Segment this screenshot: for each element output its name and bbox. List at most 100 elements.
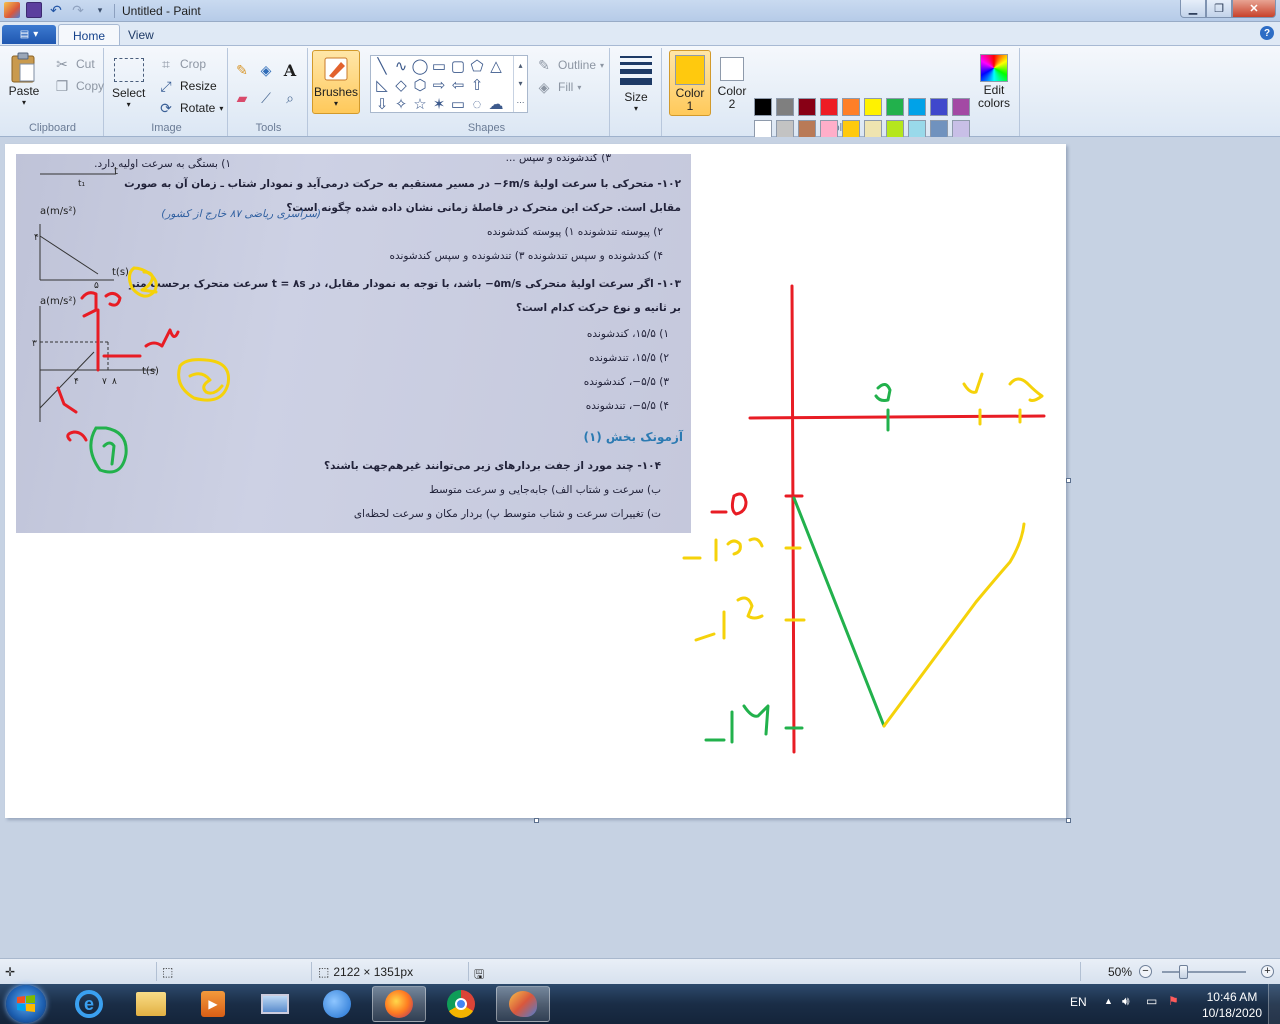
curve-shape-icon[interactable]: ∿ [392, 57, 410, 75]
maximize-icon[interactable]: ❐ [1206, 0, 1232, 18]
save-icon[interactable] [26, 2, 42, 18]
minimize-icon[interactable]: ▁ [1180, 0, 1206, 18]
color-swatch[interactable] [776, 98, 794, 116]
paint-icon[interactable] [496, 986, 550, 1022]
four-point-star-shape-icon[interactable]: ✧ [392, 95, 410, 113]
browser-icon[interactable] [310, 986, 364, 1022]
color-swatch[interactable] [798, 120, 816, 138]
six-point-star-shape-icon[interactable]: ✶ [430, 95, 448, 113]
select-button[interactable]: Select ▾ [112, 54, 145, 109]
help-icon[interactable]: ? [1260, 26, 1274, 40]
color-swatch[interactable] [842, 98, 860, 116]
color-swatch[interactable] [776, 120, 794, 138]
tab-view[interactable]: View [114, 24, 168, 46]
chrome-icon[interactable] [434, 986, 488, 1022]
color-swatch[interactable] [952, 98, 970, 116]
color-swatch[interactable] [930, 120, 948, 138]
up-arrow-shape-icon[interactable]: ⇧ [468, 76, 486, 94]
close-icon[interactable]: ✕ [1232, 0, 1276, 18]
color-swatch[interactable] [842, 120, 860, 138]
tab-home[interactable]: Home [58, 24, 121, 46]
volume-icon[interactable]: 🔊︎ [1122, 994, 1130, 1009]
callout-oval-shape-icon[interactable]: ◌ [468, 95, 486, 113]
color-swatch[interactable] [754, 120, 772, 138]
text-icon[interactable]: A [280, 60, 300, 80]
color-swatch[interactable] [798, 98, 816, 116]
color-swatch[interactable] [886, 98, 904, 116]
five-point-star-shape-icon[interactable]: ☆ [411, 95, 429, 113]
paste-button[interactable]: Paste ▾ [8, 52, 40, 107]
size-label[interactable]: Size [612, 90, 660, 104]
copy-button[interactable]: ❐ Copy [52, 76, 104, 96]
polygon-shape-icon[interactable]: ⬠ [468, 57, 486, 75]
resize-handle-corner[interactable] [1066, 818, 1071, 823]
color-swatch[interactable] [864, 98, 882, 116]
redo-icon[interactable]: ↷ [70, 2, 86, 18]
color-swatch[interactable] [864, 120, 882, 138]
zoom-in-button[interactable]: + [1261, 965, 1274, 978]
zoom-out-button[interactable]: − [1139, 965, 1152, 978]
zoom-slider[interactable] [1162, 971, 1246, 973]
color-swatch[interactable] [820, 98, 838, 116]
file-explorer-icon[interactable] [124, 986, 178, 1022]
show-desktop-button[interactable] [1268, 984, 1280, 1024]
brushes-button[interactable]: Brushes ▾ [312, 50, 360, 114]
color-picker-icon[interactable]: ⟋ [256, 88, 276, 108]
eraser-icon[interactable]: ▰ [232, 88, 252, 108]
shapes-scroll[interactable]: ▴ ▾ ⋯ [513, 56, 527, 112]
rotate-button[interactable]: ⟳ Rotate ▾ [156, 98, 223, 118]
paint-menu-button[interactable]: ▤ ▾ [2, 25, 56, 44]
gallery-more-icon[interactable]: ⋯ [517, 98, 525, 107]
rounded-rectangle-shape-icon[interactable]: ▢ [449, 57, 467, 75]
scroll-up-icon[interactable]: ▴ [518, 61, 522, 70]
fill-button[interactable]: ◈ Fill ▾ [534, 77, 582, 97]
line-shape-icon[interactable]: ╲ [373, 57, 391, 75]
zoom-slider-thumb[interactable] [1179, 965, 1188, 979]
language-indicator[interactable]: EN [1070, 995, 1087, 1009]
color-swatch[interactable] [820, 120, 838, 138]
size-icon[interactable] [620, 56, 652, 85]
color-swatch[interactable] [754, 98, 772, 116]
media-player-icon[interactable]: ▶ [186, 986, 240, 1022]
resize-handle-right[interactable] [1066, 478, 1071, 483]
color-swatch[interactable] [908, 98, 926, 116]
remote-desktop-icon[interactable] [248, 986, 302, 1022]
color-swatch[interactable] [886, 120, 904, 138]
hexagon-shape-icon[interactable]: ⬡ [411, 76, 429, 94]
cut-button[interactable]: ✂ Cut [52, 54, 95, 74]
start-button[interactable] [6, 985, 46, 1023]
oval-shape-icon[interactable]: ◯ [411, 57, 429, 75]
color-swatch[interactable] [908, 120, 926, 138]
color-swatch[interactable] [952, 120, 970, 138]
rectangle-shape-icon[interactable]: ▭ [430, 57, 448, 75]
triangle-shape-icon[interactable]: △ [487, 57, 505, 75]
callout-rect-shape-icon[interactable]: ▭ [449, 95, 467, 113]
magnifier-icon[interactable]: ⌕ [280, 88, 300, 108]
customize-icon[interactable]: ▾ [92, 2, 108, 18]
down-arrow-shape-icon[interactable]: ⇩ [373, 95, 391, 113]
action-center-icon[interactable]: ⚑ [1168, 994, 1179, 1008]
color-swatch[interactable] [930, 98, 948, 116]
scroll-down-icon[interactable]: ▾ [518, 79, 522, 88]
outline-button[interactable]: ✎ Outline ▾ [534, 55, 604, 75]
crop-button[interactable]: ⌗ Crop [156, 54, 206, 74]
color2-button[interactable]: Color 2 [712, 50, 752, 116]
resize-button[interactable]: ⤢ Resize [156, 76, 216, 96]
color1-button[interactable]: Color 1 [669, 50, 711, 116]
left-arrow-shape-icon[interactable]: ⇦ [449, 76, 467, 94]
app-icon[interactable] [4, 2, 20, 18]
resize-handle-bottom[interactable] [534, 818, 539, 823]
right-arrow-shape-icon[interactable]: ⇨ [430, 76, 448, 94]
edit-colors-button[interactable]: Edit colors [976, 52, 1012, 118]
diamond-shape-icon[interactable]: ◇ [392, 76, 410, 94]
show-hidden-icons-icon[interactable]: ▲ [1104, 996, 1113, 1006]
firefox-icon[interactable] [372, 986, 426, 1022]
fill-bucket-icon[interactable]: ◈ [256, 60, 276, 80]
clock[interactable]: 10:46 AM 10/18/2020 [1202, 989, 1262, 1021]
pencil-icon[interactable]: ✎ [232, 60, 252, 80]
undo-icon[interactable]: ↶ [48, 2, 64, 18]
right-triangle-shape-icon[interactable]: ◺ [373, 76, 391, 94]
internet-explorer-icon[interactable]: e [62, 986, 116, 1022]
network-icon[interactable]: ▭ [1146, 994, 1157, 1008]
callout-cloud-shape-icon[interactable]: ☁ [487, 95, 505, 113]
